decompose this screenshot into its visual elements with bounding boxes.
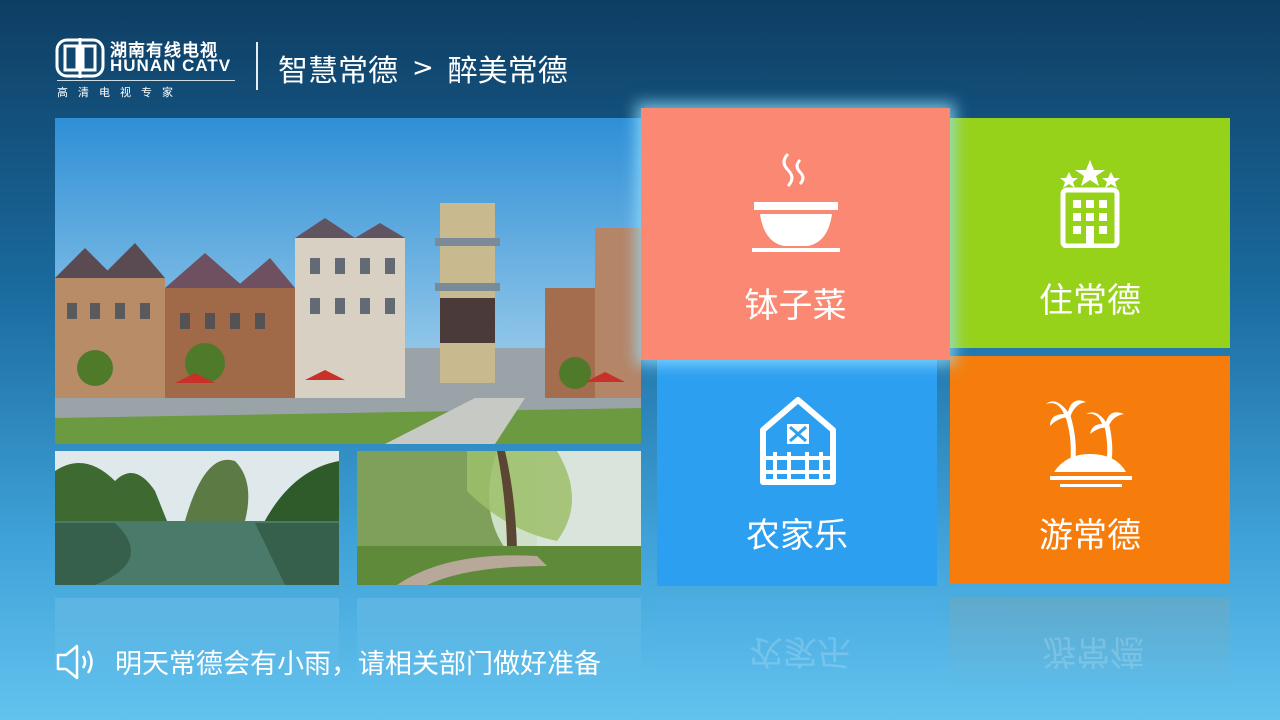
speaker-icon (56, 644, 93, 679)
tile-farm-stay-reflection-label: 农家乐 (749, 631, 851, 671)
photo-town-street[interactable] (55, 118, 641, 444)
breadcrumb: 智慧常德 > 醉美常德 (278, 46, 568, 90)
tile-bozi-cuisine[interactable]: 钵子菜 (641, 108, 950, 360)
tile-tour-changde-label: 游常德 (1039, 516, 1141, 556)
karst-river-image (55, 451, 339, 585)
breadcrumb-current: 醉美常德 (447, 54, 568, 89)
breadcrumb-parent[interactable]: 智慧常德 (278, 46, 398, 90)
notice-text: 明天常德会有小雨，请相关部门做好准备 (115, 649, 601, 680)
tile-tour-changde[interactable]: 游常德 (950, 356, 1230, 583)
logo-divider (57, 80, 235, 81)
catv-logo-mark-icon (55, 38, 105, 78)
hotel-icon (1060, 160, 1120, 248)
tile-tour-changde-reflection-label: 游常德 (1042, 631, 1144, 671)
town-street-image (55, 118, 641, 444)
hunan-catv-logo: 湖南有线电视 HUNAN CATV 高清电视专家 (55, 36, 240, 102)
willow-park-image (357, 451, 641, 585)
brand-name-en: HUNAN CATV (110, 56, 232, 75)
palm-island-icon (1046, 400, 1132, 487)
photo-karst-river[interactable] (55, 451, 339, 585)
tile-farm-stay[interactable]: 农家乐 (657, 356, 937, 586)
soup-bowl-icon (752, 152, 840, 252)
brand-tagline: 高清电视专家 (57, 86, 183, 99)
notice-bar: 明天常德会有小雨，请相关部门做好准备 (55, 642, 601, 681)
photo-willow-park[interactable] (357, 451, 641, 585)
farmhouse-icon (760, 397, 836, 485)
tile-stay-changde[interactable]: 住常德 (950, 118, 1230, 348)
header-divider (256, 42, 258, 90)
tile-farm-stay-label: 农家乐 (746, 516, 848, 556)
tile-bozi-cuisine-label: 钵子菜 (744, 286, 847, 326)
breadcrumb-separator-icon: > (412, 53, 434, 83)
tile-stay-changde-label: 住常德 (1039, 281, 1141, 321)
